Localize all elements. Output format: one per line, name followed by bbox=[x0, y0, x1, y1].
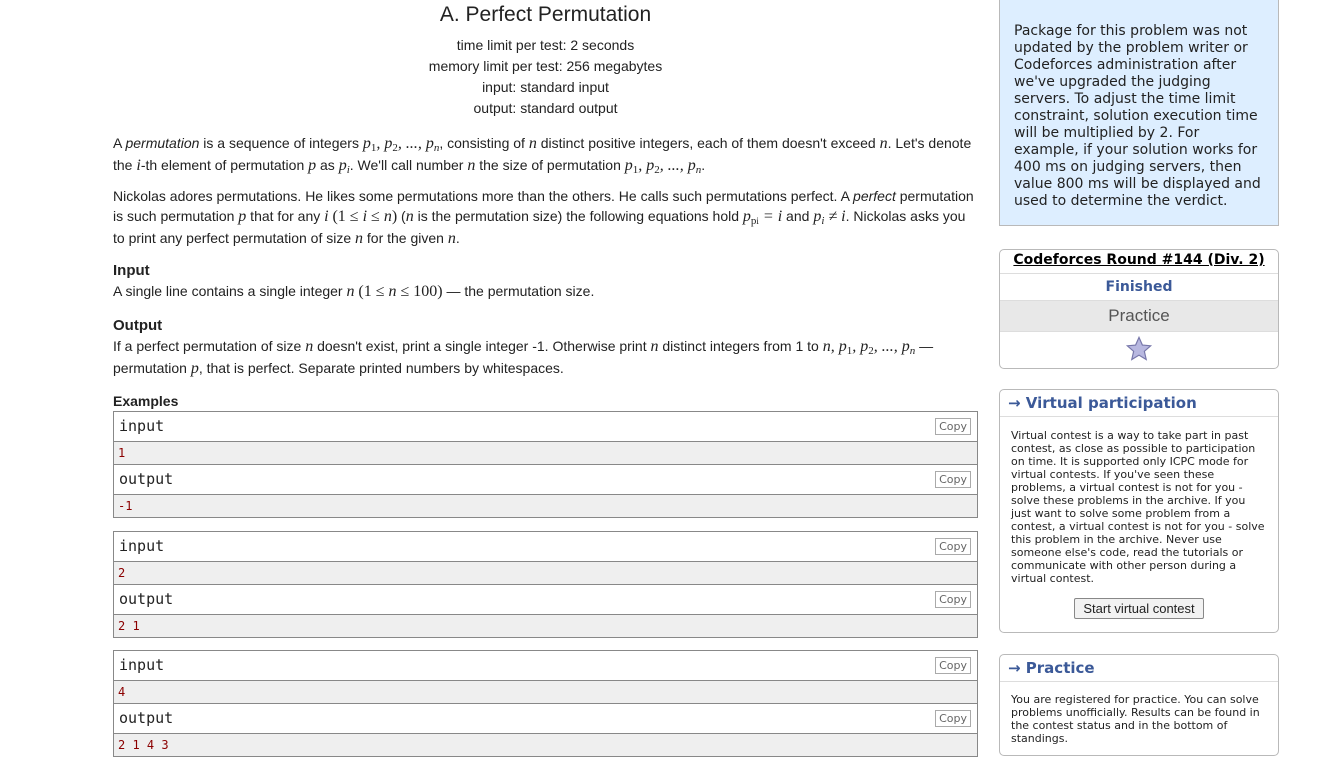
example-input-value: 2 bbox=[114, 562, 977, 585]
practice-box: → Practice You are registered for practi… bbox=[999, 654, 1279, 756]
copy-button[interactable]: Copy bbox=[935, 538, 971, 555]
star-icon[interactable] bbox=[1125, 335, 1153, 363]
input-section-title: Input bbox=[113, 262, 150, 279]
example-output-label: output bbox=[119, 709, 174, 727]
copy-button[interactable]: Copy bbox=[935, 591, 971, 608]
example-input-value: 1 bbox=[114, 442, 977, 465]
time-limit: time limit per test: 2 seconds bbox=[456, 37, 635, 53]
examples-title: Examples bbox=[113, 393, 179, 409]
contest-info-box: Codeforces Round #144 (Div. 2) Finished … bbox=[999, 249, 1279, 369]
virtual-participation-title: → Virtual participation bbox=[1000, 390, 1278, 417]
example-output-value: -1 bbox=[114, 495, 977, 517]
copy-button[interactable]: Copy bbox=[935, 710, 971, 727]
output-section-text: If a perfect permutation of size n doesn… bbox=[113, 338, 934, 377]
output-spec: output: standard output bbox=[473, 100, 618, 116]
virtual-participation-box: → Virtual participation Virtual contest … bbox=[999, 389, 1279, 633]
contest-mode: Practice bbox=[1000, 301, 1278, 332]
example-3: input Copy 4 output Copy 2 1 4 3 bbox=[113, 650, 978, 757]
start-virtual-contest-button[interactable]: Start virtual contest bbox=[1074, 598, 1204, 619]
practice-text: You are registered for practice. You can… bbox=[1011, 693, 1260, 745]
input-section-text: A single line contains a single integer … bbox=[113, 283, 595, 300]
contest-link[interactable]: Codeforces Round #144 (Div. 2) bbox=[1013, 252, 1264, 268]
copy-button[interactable]: Copy bbox=[935, 657, 971, 674]
memory-limit: memory limit per test: 256 megabytes bbox=[428, 58, 663, 74]
legend-paragraph-2: Nickolas adores permutations. He likes s… bbox=[113, 188, 974, 247]
problem-title: A. Perfect Permutation bbox=[439, 3, 652, 26]
output-section-title: Output bbox=[113, 317, 163, 334]
copy-button[interactable]: Copy bbox=[935, 418, 971, 435]
example-2: input Copy 2 output Copy 2 1 bbox=[113, 531, 978, 638]
virtual-participation-text: Virtual contest is a way to take part in… bbox=[1011, 429, 1265, 585]
example-output-label: output bbox=[119, 590, 174, 608]
example-input-label: input bbox=[119, 537, 165, 555]
contest-status: Finished bbox=[1000, 274, 1278, 301]
practice-title: → Practice bbox=[1000, 655, 1278, 682]
example-output-value: 2 1 bbox=[114, 615, 977, 637]
copy-button[interactable]: Copy bbox=[935, 471, 971, 488]
input-spec: input: standard input bbox=[482, 79, 609, 95]
legend-paragraph-1: A permutation is a sequence of integers … bbox=[113, 135, 972, 176]
attention-box: Package for this problem was not updated… bbox=[999, 0, 1279, 226]
example-output-label: output bbox=[119, 470, 174, 488]
example-input-label: input bbox=[119, 656, 165, 674]
example-output-value: 2 1 4 3 bbox=[114, 734, 977, 756]
attention-text: Package for this problem was not updated… bbox=[1014, 23, 1261, 209]
example-1: input Copy 1 output Copy -1 bbox=[113, 411, 978, 518]
example-input-value: 4 bbox=[114, 681, 977, 704]
example-input-label: input bbox=[119, 417, 165, 435]
